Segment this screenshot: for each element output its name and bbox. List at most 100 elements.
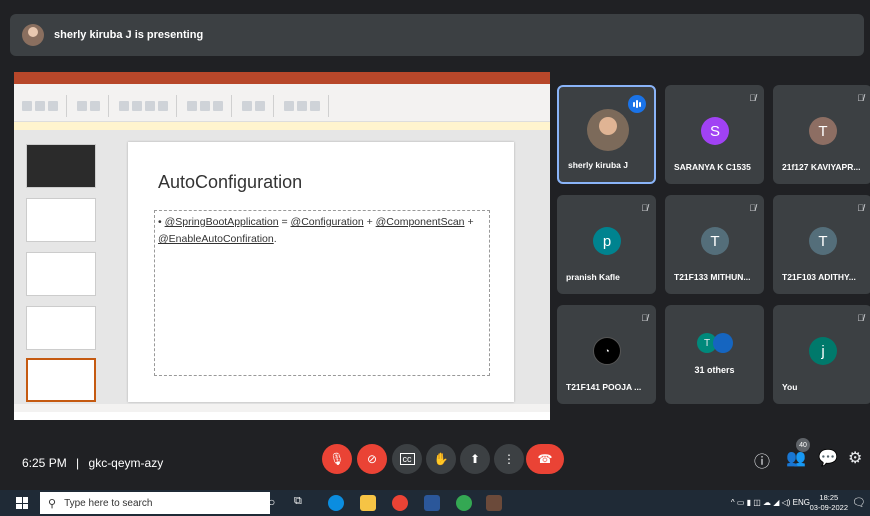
participant-name: sherly kiruba J — [568, 160, 629, 170]
participant-avatar: p — [593, 227, 621, 255]
presenting-banner: sherly kiruba J is presenting — [10, 14, 864, 56]
meeting-details-button[interactable]: ⓘ — [754, 448, 770, 472]
participant-tile[interactable]: 🎙̸ S SARANYA K C1535 — [665, 85, 764, 184]
system-tray: ^ ▭ ▮ ◫ ☁ ◢ ◁) ENG — [730, 498, 810, 507]
people-count-badge: 40 — [796, 438, 810, 452]
activities-button[interactable]: ⚙ — [848, 448, 862, 468]
people-icon: 👥 — [786, 450, 806, 467]
meeting-info: 6:25 PM | gkc-qeym-azy — [22, 456, 163, 470]
participant-name: T21F103 ADITHY... — [782, 272, 856, 282]
powerpoint-workspace: AutoConfiguration • @SpringBootApplicati… — [14, 130, 550, 412]
meeting-separator: | — [76, 456, 80, 470]
participant-tile[interactable]: sherly kiruba J — [557, 85, 656, 184]
captions-button[interactable]: cc — [392, 444, 422, 474]
participant-name: You — [782, 382, 798, 392]
language-indicator: ENG — [792, 498, 810, 507]
slide-thumbnails — [14, 130, 104, 412]
meeting-code: gkc-qeym-azy — [88, 456, 164, 470]
powerpoint-tabs — [14, 84, 550, 92]
more-options-button[interactable]: ⋮ — [494, 444, 524, 474]
mic-off-icon: 🎙̸ — [857, 313, 864, 323]
ribbon-group — [242, 95, 274, 117]
task-view-icon[interactable]: ⧉ — [294, 495, 310, 511]
hand-icon: ✋ — [433, 452, 449, 466]
windows-start-icon[interactable] — [16, 497, 28, 509]
ribbon-group — [77, 95, 109, 117]
info-icon: ⓘ — [754, 454, 771, 471]
search-placeholder: Type here to search — [64, 497, 153, 509]
chat-button[interactable]: 💬 — [818, 448, 838, 468]
raise-hand-button[interactable]: ✋ — [426, 444, 456, 474]
mic-off-icon: 🎙̸ — [749, 203, 756, 213]
shared-screen: AutoConfiguration • @SpringBootApplicati… — [14, 72, 550, 420]
presenting-label: sherly kiruba J is presenting — [54, 29, 204, 41]
slide-canvas: AutoConfiguration • @SpringBootApplicati… — [128, 142, 514, 402]
meeting-time: 6:25 PM — [22, 456, 67, 470]
participant-avatar: ◔ — [593, 337, 621, 365]
speaking-indicator-icon — [628, 95, 646, 113]
more-vert-icon: ⋮ — [503, 452, 515, 466]
ribbon-group — [284, 95, 329, 117]
powerpoint-ribbon — [14, 92, 550, 122]
mic-off-icon: 🎙̸ — [641, 313, 648, 323]
participant-tile[interactable]: 🎙̸ T 21f127 KAVIYAPR... — [773, 85, 870, 184]
participant-tile[interactable]: 🎙̸ T T21F133 MITHUN... — [665, 195, 764, 294]
mic-off-icon: 🎙̸ — [641, 203, 648, 213]
participant-avatar: S — [701, 117, 729, 145]
slide-bullet: • @SpringBootApplication = @Configuratio… — [158, 216, 474, 245]
chrome-icon[interactable] — [456, 495, 472, 511]
search-icon: ⚲ — [48, 497, 57, 510]
clock-time: 18:25 — [819, 493, 839, 502]
ribbon-group — [187, 95, 232, 117]
camera-toggle-button[interactable]: ⊘ — [357, 444, 387, 474]
meeting-controls: 6:25 PM | gkc-qeym-azy 🎙 ⊘ cc ✋ ⬆ ⋮ ☎ ⓘ … — [0, 436, 870, 482]
participant-name: pranish Kafle — [566, 272, 620, 282]
slide-thumbnail — [26, 252, 96, 296]
participant-tile[interactable]: 🎙̸ T T21F103 ADITHY... — [773, 195, 870, 294]
app-icon[interactable] — [486, 495, 502, 511]
participant-tile-self[interactable]: 🎙̸ j You — [773, 305, 870, 404]
ribbon-group — [22, 95, 67, 117]
slide-thumbnail — [26, 144, 96, 188]
participant-name: T21F141 POOJA ... — [566, 382, 642, 392]
phone-hangup-icon: ☎ — [537, 452, 553, 466]
mic-toggle-button[interactable]: 🎙 — [322, 444, 352, 474]
notification-icon[interactable]: 🗨 — [852, 496, 866, 509]
participant-name: T21F133 MITHUN... — [674, 272, 751, 282]
others-avatar — [713, 333, 733, 353]
others-count: 31 others — [694, 365, 735, 375]
participant-avatar: T — [809, 117, 837, 145]
edge-icon[interactable] — [328, 495, 344, 511]
mic-off-icon: 🎙̸ — [749, 93, 756, 103]
mic-off-icon: 🎙̸ — [857, 93, 864, 103]
slide-thumbnail — [26, 198, 96, 242]
camera-off-icon: ⊘ — [366, 452, 378, 466]
taskbar-clock[interactable]: 18:25 03-09-2022 — [810, 493, 848, 513]
powerpoint-statusbar — [14, 404, 550, 412]
presenter-avatar — [22, 24, 44, 46]
cortana-icon[interactable]: ○ — [268, 495, 284, 511]
chrome-icon[interactable] — [392, 495, 408, 511]
present-button[interactable]: ⬆ — [460, 444, 490, 474]
windows-taskbar: ⚲ Type here to search ○ ⧉ ^ ▭ ▮ ◫ ☁ ◢ ◁)… — [0, 490, 870, 516]
participant-tile[interactable]: 🎙̸ p pranish Kafle — [557, 195, 656, 294]
participant-avatar: T — [809, 227, 837, 255]
taskbar-search-box[interactable]: ⚲ Type here to search — [40, 492, 270, 514]
participant-tile[interactable]: 🎙̸ ◔ T21F141 POOJA ... — [557, 305, 656, 404]
mic-off-icon: 🎙̸ — [857, 203, 864, 213]
ribbon-group — [119, 95, 177, 117]
word-icon[interactable] — [424, 495, 440, 511]
leave-call-button[interactable]: ☎ — [526, 444, 564, 474]
slide-thumbnail-selected — [26, 358, 96, 402]
participant-name: 21f127 KAVIYAPR... — [782, 162, 861, 172]
powerpoint-titlebar — [14, 72, 550, 84]
powerpoint-notice-bar — [14, 122, 550, 130]
others-tile[interactable]: T 31 others — [665, 305, 764, 404]
slide-thumbnail — [26, 306, 96, 350]
clock-date: 03-09-2022 — [809, 503, 848, 512]
slide-title: AutoConfiguration — [158, 172, 303, 192]
present-icon: ⬆ — [469, 452, 481, 466]
participant-name: SARANYA K C1535 — [674, 162, 751, 172]
file-explorer-icon[interactable] — [360, 495, 376, 511]
participant-photo — [587, 109, 629, 151]
